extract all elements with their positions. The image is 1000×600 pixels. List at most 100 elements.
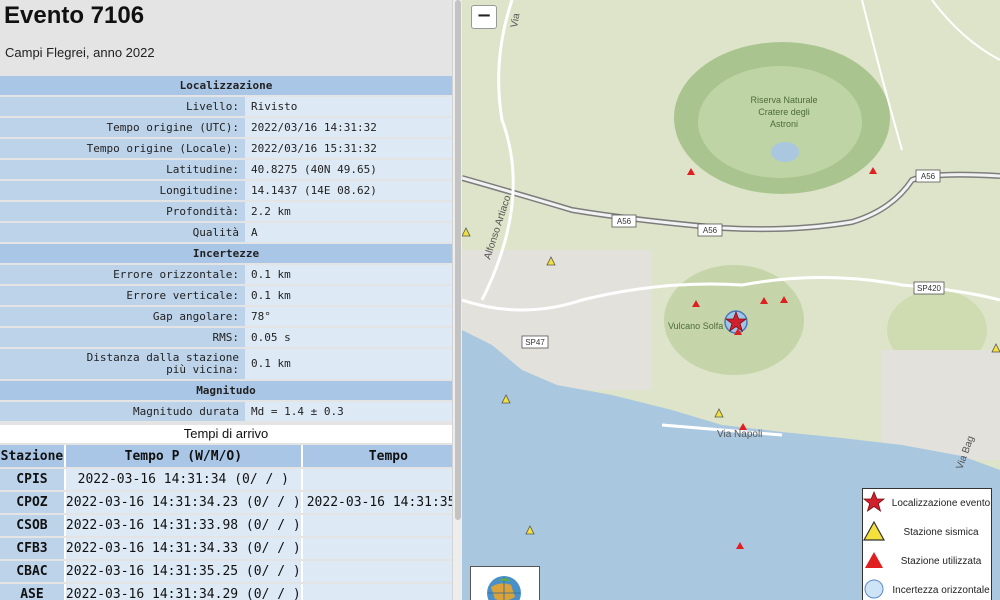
info-row: Errore orizzontale: 0.1 km: [0, 265, 452, 284]
legend-label-uncertainty: Incertezza orizzontale: [892, 585, 990, 596]
info-key: Qualità: [0, 223, 245, 242]
page-title: Evento 7106: [4, 2, 145, 29]
station-cell: CPIS: [0, 469, 66, 490]
s-time-cell: 2022-03-16 14:31:35: [302, 492, 452, 513]
info-key: Longitudine:: [0, 181, 245, 200]
p-time-cell: 2022-03-16 14:31:34.23 (0/ / ): [65, 492, 303, 513]
map-label-via-napoli: Via Napoli: [717, 429, 762, 440]
info-key: Latitudine:: [0, 160, 245, 179]
col-header-s-time: Tempo: [302, 445, 452, 467]
info-key: Profondità:: [0, 202, 245, 221]
p-time-cell: 2022-03-16 14:31:33.98 (0/ / ): [65, 515, 303, 536]
s-time-cell: [302, 584, 452, 600]
p-time-cell: 2022-03-16 14:31:34.29 (0/ / ): [65, 584, 303, 600]
info-value: 14.1437 (14E 08.62): [245, 181, 452, 200]
table-row: CBAC 2022-03-16 14:31:35.25 (0/ / ): [0, 561, 452, 582]
legend-label-event: Localizzazione evento: [891, 498, 991, 509]
info-row: RMS: 0.05 s: [0, 328, 452, 347]
info-row: Latitudine: 40.8275 (40N 49.65): [0, 160, 452, 179]
info-value: Md = 1.4 ± 0.3: [245, 402, 452, 421]
info-key: Magnitudo durata: [0, 402, 245, 421]
info-row: Errore verticale: 0.1 km: [0, 286, 452, 305]
station-cell: CSOB: [0, 515, 66, 536]
map-legend: Localizzazione evento Stazione sismica S…: [862, 488, 992, 600]
scrollbar-thumb[interactable]: [455, 0, 461, 520]
event-map[interactable]: Riserva Naturale Cratere degli Astroni V…: [462, 0, 1000, 600]
arrivals-table: Stazione Tempo P (W/M/O) Tempo CPIS 2022-…: [0, 443, 452, 600]
info-value: Rivisto: [245, 97, 452, 116]
info-row: Gap angolare: 78°: [0, 307, 452, 326]
legend-row-uncertainty: Incertezza orizzontale: [863, 578, 993, 600]
info-key-line2: più vicina:: [166, 363, 239, 376]
s-time-cell: [302, 515, 452, 536]
info-value: 78°: [245, 307, 452, 326]
info-key: Distanza dalla stazione più vicina:: [0, 349, 245, 379]
s-time-cell: [302, 538, 452, 559]
map-label-solfatara: Vulcano Solfa: [668, 321, 723, 331]
crater-lake: [771, 142, 799, 162]
map-label-a56: A56: [921, 172, 936, 181]
info-key: Tempo origine (UTC):: [0, 118, 245, 137]
station-cell: ASE: [0, 584, 66, 600]
station-cell: CFB3: [0, 538, 66, 559]
info-value: 2022/03/16 15:31:32: [245, 139, 452, 158]
info-value: 0.1 km: [245, 286, 452, 305]
globe-icon: [487, 576, 521, 600]
map-label-reserve: Astroni: [770, 119, 798, 129]
map-label-a56: A56: [617, 217, 632, 226]
legend-yellow-triangle-icon: [863, 520, 885, 541]
info-value: 0.05 s: [245, 328, 452, 347]
info-row: Magnitudo durata Md = 1.4 ± 0.3: [0, 402, 452, 421]
info-key: Tempo origine (Locale):: [0, 139, 245, 158]
map-label-sp47: SP47: [525, 338, 545, 347]
legend-circle-icon: [864, 579, 884, 599]
left-panel-scrollbar[interactable]: [452, 0, 462, 600]
table-row: ASE 2022-03-16 14:31:34.29 (0/ / ): [0, 584, 452, 600]
info-row: Tempo origine (UTC): 2022/03/16 14:31:32: [0, 118, 452, 137]
legend-label-station: Stazione sismica: [903, 527, 979, 538]
col-header-p-time: Tempo P (W/M/O): [65, 445, 303, 467]
legend-red-triangle-icon: [865, 552, 883, 568]
info-value: A: [245, 223, 452, 242]
table-row: CPIS 2022-03-16 14:31:34 (0/ / ): [0, 469, 452, 490]
section-magnitudo: Magnitudo: [0, 381, 452, 400]
section-incertezze: Incertezze: [0, 244, 452, 263]
info-key: RMS:: [0, 328, 245, 347]
table-row: CFB3 2022-03-16 14:31:34.33 (0/ / ): [0, 538, 452, 559]
map-label-reserve: Cratere degli: [758, 107, 810, 117]
legend-star-icon: [863, 491, 885, 512]
info-value: 40.8275 (40N 49.65): [245, 160, 452, 179]
info-row: Tempo origine (Locale): 2022/03/16 15:31:…: [0, 139, 452, 158]
info-key: Errore orizzontale:: [0, 265, 245, 284]
info-key: Errore verticale:: [0, 286, 245, 305]
station-cell: CPOZ: [0, 492, 66, 513]
info-key: Gap angolare:: [0, 307, 245, 326]
table-row: CPOZ 2022-03-16 14:31:34.23 (0/ / ) 2022-0…: [0, 492, 452, 513]
col-header-station: Stazione: [0, 445, 66, 467]
section-localizzazione: Localizzazione: [0, 76, 452, 95]
info-row: Qualità A: [0, 223, 452, 242]
legend-row-event: Localizzazione evento: [863, 491, 993, 517]
arrivals-header-row: Stazione Tempo P (W/M/O) Tempo: [0, 445, 452, 467]
legend-row-station: Stazione sismica: [863, 520, 993, 546]
info-row: Distanza dalla stazione più vicina: 0.1 k…: [0, 349, 452, 379]
arrivals-title: Tempi di arrivo: [0, 425, 452, 443]
p-time-cell: 2022-03-16 14:31:34 (0/ / ): [65, 469, 303, 490]
info-value: 0.1 km: [245, 349, 452, 379]
info-value: 2.2 km: [245, 202, 452, 221]
page-subtitle: Campi Flegrei, anno 2022: [5, 45, 155, 60]
map-label-reserve: Riserva Naturale: [750, 95, 817, 105]
legend-row-used: Stazione utilizzata: [863, 549, 993, 575]
event-info-table: Localizzazione Livello: Rivisto Tempo ori…: [0, 74, 452, 423]
event-panel: Evento 7106 Campi Flegrei, anno 2022 Loc…: [0, 0, 452, 600]
overview-globe[interactable]: [470, 566, 540, 600]
info-value: 2022/03/16 14:31:32: [245, 118, 452, 137]
station-cell: CBAC: [0, 561, 66, 582]
s-time-cell: [302, 561, 452, 582]
info-row: Profondità: 2.2 km: [0, 202, 452, 221]
info-key: Livello:: [0, 97, 245, 116]
zoom-out-button[interactable]: −: [471, 5, 497, 29]
table-row: CSOB 2022-03-16 14:31:33.98 (0/ / ): [0, 515, 452, 536]
s-time-cell: [302, 469, 452, 490]
legend-label-used: Stazione utilizzata: [900, 556, 982, 567]
